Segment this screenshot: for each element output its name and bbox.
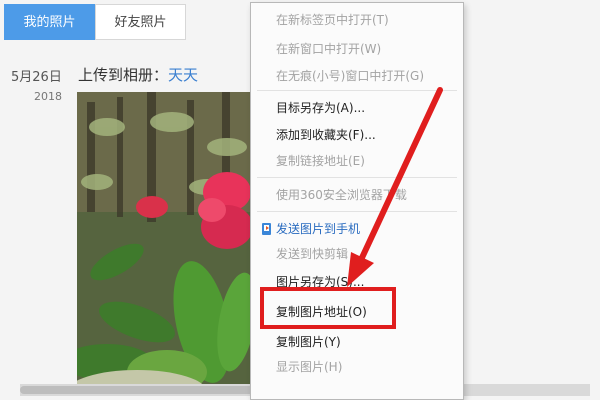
menu-item-send-to-clip[interactable]: 发送到快剪辑 xyxy=(251,243,463,265)
menu-item-open-incognito[interactable]: 在无痕(小号)窗口中打开(G) xyxy=(251,65,463,87)
menu-separator xyxy=(257,177,457,178)
menu-separator xyxy=(257,90,457,91)
menu-item-show-image[interactable]: 显示图片(H) xyxy=(251,356,463,378)
menu-item-save-target-as[interactable]: 目标另存为(A)... xyxy=(251,97,463,119)
menu-item-download-360[interactable]: 使用360安全浏览器下载 xyxy=(251,184,463,206)
send-to-phone-icon xyxy=(262,223,271,235)
menu-item-add-to-favorites[interactable]: 添加到收藏夹(F)... xyxy=(251,124,463,146)
flower-photo-image xyxy=(77,92,257,392)
tab-friend-photos[interactable]: 好友照片 xyxy=(95,4,186,40)
highlight-box-annotation xyxy=(260,287,396,329)
menu-item-send-to-phone-label: 发送图片到手机 xyxy=(276,222,361,236)
photo-tabs: 我的照片 好友照片 xyxy=(4,4,186,40)
post-date-year: 2018 xyxy=(34,90,62,103)
menu-item-send-to-phone[interactable]: 发送图片到手机 xyxy=(251,218,463,240)
upload-prefix: 上传到相册： xyxy=(78,66,169,84)
menu-item-open-new-tab[interactable]: 在新标签页中打开(T) xyxy=(251,9,463,31)
photo-thumbnail[interactable] xyxy=(77,92,257,392)
post-date-day: 5月26日 xyxy=(11,70,62,85)
menu-item-open-new-window[interactable]: 在新窗口中打开(W) xyxy=(251,38,463,60)
album-link[interactable]: 天天 xyxy=(168,66,198,84)
photo-page: 我的照片 好友照片 5月26日 2018 上传到相册：天天 在新标签页中打开(T… xyxy=(0,0,600,400)
menu-item-copy-link-address[interactable]: 复制链接地址(E) xyxy=(251,150,463,172)
menu-item-copy-image[interactable]: 复制图片(Y) xyxy=(251,331,463,353)
context-menu: 在新标签页中打开(T) 在新窗口中打开(W) 在无痕(小号)窗口中打开(G) 目… xyxy=(250,2,464,400)
upload-title: 上传到相册：天天 xyxy=(78,64,198,85)
tab-my-photos[interactable]: 我的照片 xyxy=(4,4,95,40)
menu-separator xyxy=(257,211,457,212)
